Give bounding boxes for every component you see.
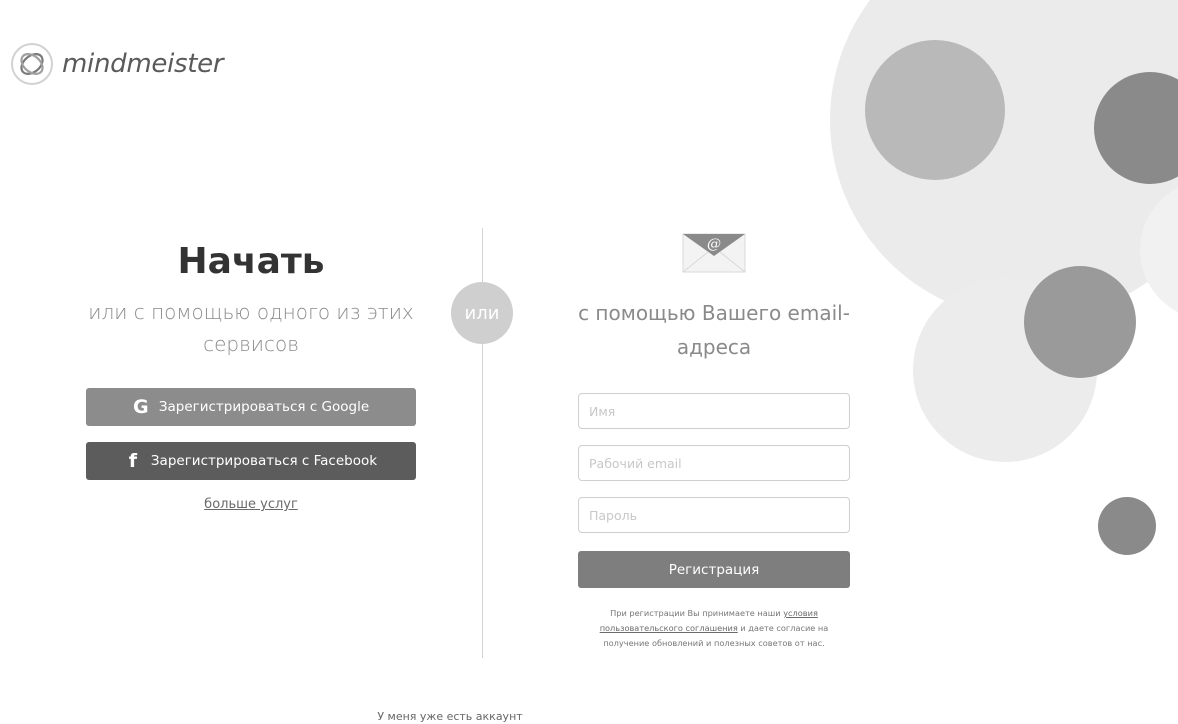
password-field[interactable] [578,497,850,533]
social-signup-section: Начать или с помощью одного из этих серв… [86,238,416,360]
more-services-link[interactable]: больше услуг [86,497,416,512]
google-signup-label: Зарегистрироваться с Google [158,399,370,415]
mindmeister-logo-icon [11,43,53,85]
deco-circle-small [1098,497,1156,555]
facebook-icon: f [128,450,138,472]
deco-circle-large-top [830,0,1178,320]
social-subheading: или с помощью одного из этих сервисов [88,300,414,356]
or-badge: или [451,282,513,344]
brand-logo[interactable]: mindmeister [10,42,224,86]
deco-circle-top-right [1094,72,1178,184]
svg-text:@: @ [707,236,721,252]
work-email-field[interactable] [578,445,850,481]
deco-circle-top [865,40,1005,180]
terms-prefix: При регистрации Вы принимаете наши [610,608,784,618]
facebook-signup-button[interactable]: f Зарегистрироваться с Facebook [86,442,416,480]
register-button[interactable]: Регистрация [578,551,850,588]
name-field[interactable] [578,393,850,429]
deco-circle-mid [1024,266,1136,378]
email-envelope-icon: @ [682,233,746,273]
brand-name: mindmeister [62,49,224,79]
facebook-signup-label: Зарегистрироваться с Facebook [150,453,378,469]
google-icon: G [133,396,149,418]
page-title: Начать [177,241,325,282]
google-signup-button[interactable]: G Зарегистрироваться с Google [86,388,416,426]
deco-circle-mid-light [913,278,1097,462]
terms-notice: При регистрации Вы принимаете наши услов… [586,606,842,651]
deco-circle-edge [1140,187,1178,313]
email-signup-title: с помощью Вашего email-адреса [578,301,850,359]
have-account-link[interactable]: У меня уже есть аккаунт [300,710,600,723]
